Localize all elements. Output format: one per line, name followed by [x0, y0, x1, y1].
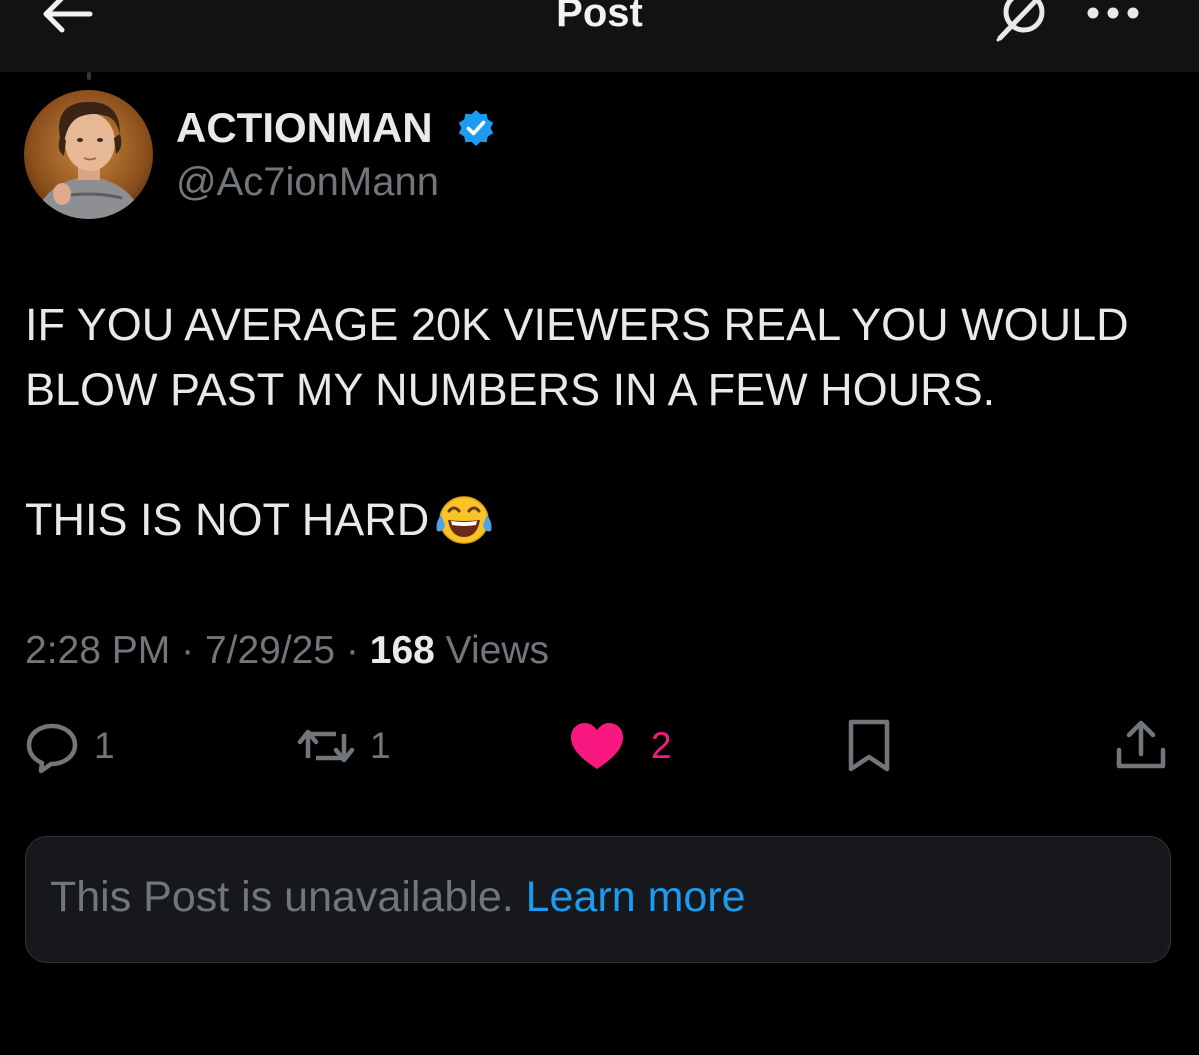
top-bar: Post — [0, 0, 1199, 72]
post-meta: 2:28 PM · 7/29/25 · 168 Views — [25, 626, 549, 676]
grok-button[interactable] — [992, 0, 1054, 42]
post-text-line-blank — [25, 422, 1185, 487]
face-with-tears-of-joy-icon — [436, 496, 492, 544]
learn-more-link[interactable]: Learn more — [526, 873, 746, 921]
repost-button[interactable]: 1 — [296, 718, 391, 774]
heart-filled-icon — [571, 723, 623, 769]
bookmark-button[interactable] — [846, 718, 892, 774]
meta-separator: · — [181, 629, 195, 672]
post-text-line: IF YOU AVERAGE 20K VIEWERS REAL YOU WOUL… — [25, 299, 1129, 350]
unavailable-message: This Post is unavailable. Learn more — [50, 869, 746, 925]
post-text-line: THIS IS NOT HARD — [25, 494, 430, 545]
reply-button[interactable]: 1 — [24, 718, 115, 774]
post-date: 7/29/25 — [204, 629, 336, 672]
grok-icon — [996, 0, 1045, 42]
views-count: 168 — [369, 629, 435, 672]
like-button[interactable]: 2 — [569, 718, 672, 774]
reply-icon — [26, 723, 78, 774]
author-handle[interactable]: @Ac7ionMann — [176, 158, 439, 206]
repost-icon — [297, 729, 355, 763]
reply-count: 1 — [94, 725, 115, 766]
post-text-line-wrapper: THIS IS NOT HARD — [25, 487, 1185, 552]
more-horizontal-icon — [1087, 7, 1139, 19]
verified-badge-icon — [456, 108, 496, 148]
repost-count: 1 — [370, 725, 391, 766]
meta-separator: · — [345, 629, 359, 672]
thread-connector — [87, 72, 91, 80]
share-icon — [1116, 720, 1166, 769]
bookmark-icon — [848, 719, 890, 772]
avatar-image — [24, 90, 153, 219]
post-text-line: BLOW PAST MY NUMBERS IN A FEW HOURS. — [25, 364, 996, 415]
post-text: IF YOU AVERAGE 20K VIEWERS REAL YOU WOUL… — [25, 292, 1185, 552]
like-count: 2 — [651, 725, 672, 766]
more-button[interactable] — [1084, 4, 1142, 22]
share-button[interactable] — [1115, 718, 1167, 774]
views-label: Views — [445, 629, 549, 672]
unavailable-quote-card: This Post is unavailable. Learn more — [25, 836, 1171, 963]
unavailable-text: This Post is unavailable. — [50, 873, 514, 921]
post-time: 2:28 PM — [25, 629, 171, 672]
avatar[interactable] — [24, 90, 153, 219]
author-name[interactable]: ACTIONMAN — [176, 104, 433, 152]
